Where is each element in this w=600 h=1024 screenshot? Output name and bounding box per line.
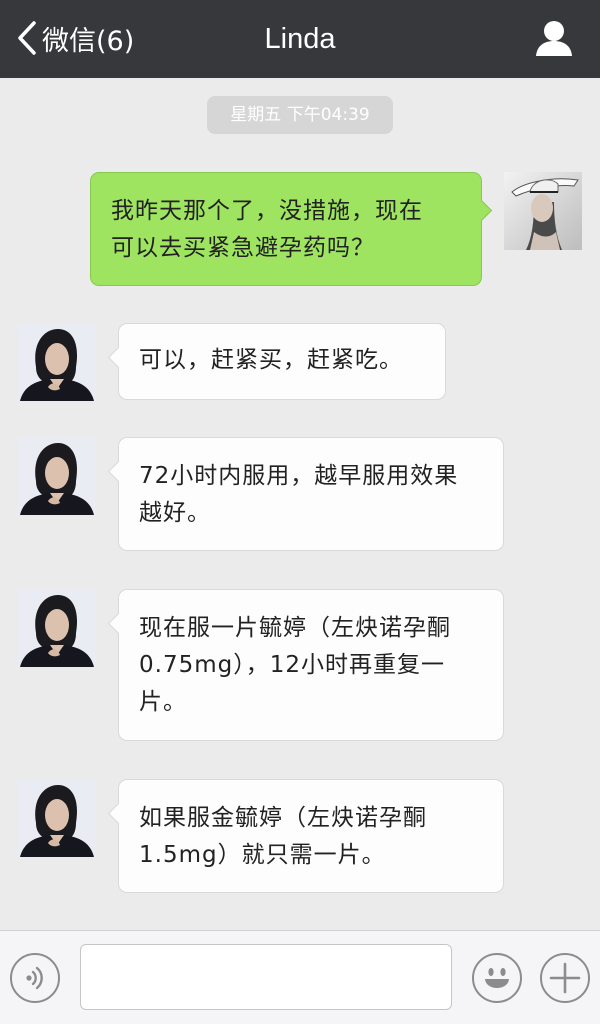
chat-title: Linda bbox=[264, 23, 336, 55]
bubble-tail bbox=[107, 802, 130, 825]
message-bubble-incoming[interactable]: 现在服一片毓婷（左炔诺孕酮 0.75mg），12小时再重复一 片。 bbox=[107, 589, 504, 741]
person-icon[interactable] bbox=[534, 18, 574, 58]
plus-icon bbox=[542, 955, 588, 1005]
message-input[interactable] bbox=[80, 944, 452, 1010]
message-bubble-incoming[interactable]: 可以，赶紧买，赶紧吃。 bbox=[107, 323, 446, 400]
bubble-tail bbox=[107, 346, 130, 369]
bubble-tail bbox=[470, 199, 493, 222]
message-line: 1.5mg）就只需一片。 bbox=[139, 842, 386, 868]
contact-avatar[interactable] bbox=[18, 437, 96, 515]
message-bubble-incoming[interactable]: 如果服金毓婷（左炔诺孕酮 1.5mg）就只需一片。 bbox=[107, 779, 504, 893]
message-line: 72小时内服用，越早服用效果 bbox=[139, 463, 459, 489]
message-line: 可以去买紧急避孕药吗？ bbox=[111, 235, 375, 261]
bubble-tail bbox=[107, 612, 130, 635]
message-line: 我昨天那个了，没措施，现在 bbox=[111, 198, 423, 224]
top-navigation-bar: 微信(6) Linda bbox=[0, 0, 600, 78]
more-button[interactable] bbox=[540, 953, 590, 1003]
message-line: 现在服一片毓婷（左炔诺孕酮 bbox=[139, 615, 451, 641]
message-bubble-outgoing[interactable]: 我昨天那个了，没措施，现在 可以去买紧急避孕药吗？ bbox=[90, 172, 493, 286]
input-toolbar bbox=[0, 930, 600, 1024]
timestamp-badge: 星期五 下午04:39 bbox=[207, 96, 393, 134]
contact-avatar[interactable] bbox=[18, 779, 96, 857]
message-line: 0.75mg），12小时再重复一 bbox=[139, 652, 445, 678]
message-line: 片。 bbox=[139, 689, 187, 715]
message-line: 越好。 bbox=[139, 500, 211, 526]
emoji-button[interactable] bbox=[472, 953, 522, 1003]
voice-icon bbox=[12, 955, 58, 1005]
contact-avatar[interactable] bbox=[18, 323, 96, 401]
bubble-tail bbox=[107, 460, 130, 483]
my-avatar[interactable] bbox=[504, 172, 582, 250]
message-bubble-incoming[interactable]: 72小时内服用，越早服用效果 越好。 bbox=[107, 437, 504, 551]
contact-avatar[interactable] bbox=[18, 589, 96, 667]
voice-button[interactable] bbox=[10, 953, 60, 1003]
smiley-icon bbox=[474, 955, 520, 1005]
message-line: 可以，赶紧买，赶紧吃。 bbox=[139, 347, 403, 373]
message-line: 如果服金毓婷（左炔诺孕酮 bbox=[139, 805, 427, 831]
